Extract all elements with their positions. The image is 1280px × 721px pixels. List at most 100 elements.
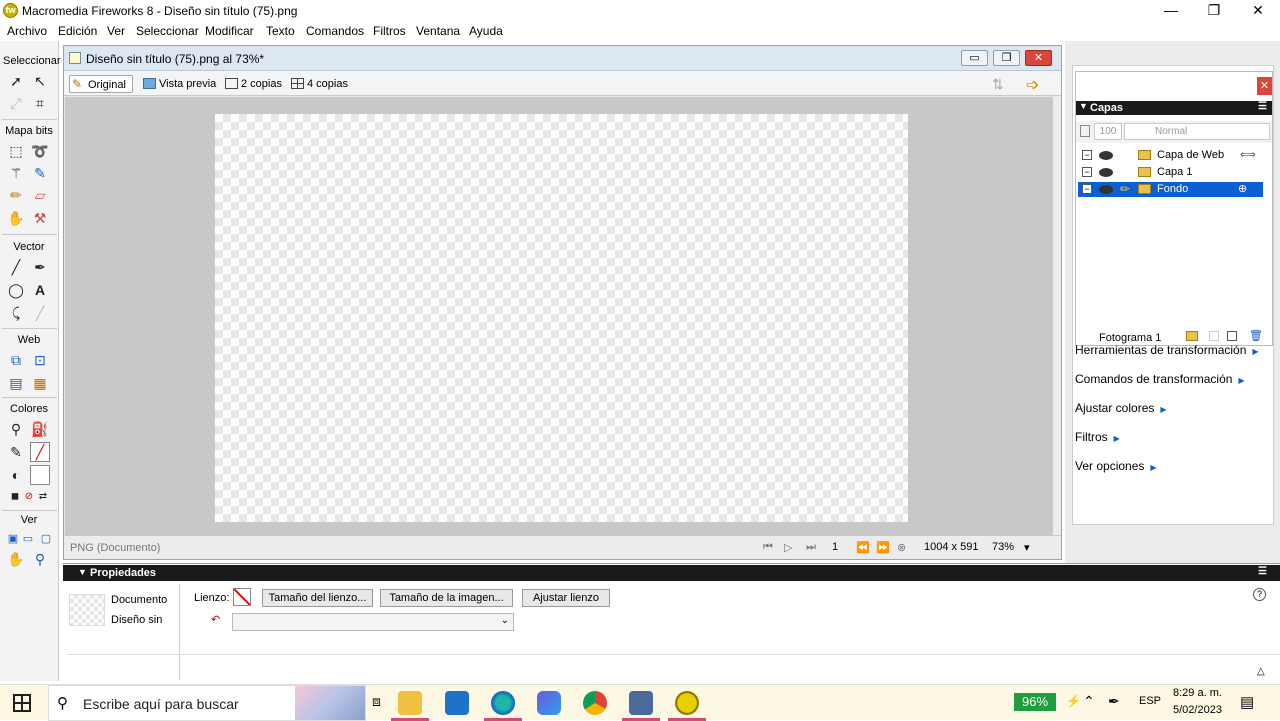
- pointer-tool-icon[interactable]: ➚: [6, 71, 26, 91]
- menu-edicion[interactable]: Edición: [58, 24, 97, 38]
- vertical-scrollbar[interactable]: [1053, 97, 1061, 535]
- fill-color-icon[interactable]: ◐: [6, 465, 26, 485]
- collapse-panel-icon[interactable]: △: [1257, 666, 1265, 677]
- full-screen-menu-icon[interactable]: ▭: [18, 528, 38, 548]
- quick-export-icon[interactable]: ⇅: [992, 76, 1004, 93]
- file-explorer-icon[interactable]: [398, 691, 422, 715]
- knife-tool-icon[interactable]: ╱: [30, 303, 50, 323]
- eye-icon[interactable]: [1099, 185, 1113, 194]
- maximize-button[interactable]: ❐: [1192, 0, 1236, 22]
- chevron-up-icon[interactable]: ⌃: [1083, 693, 1095, 710]
- matte-select[interactable]: ⌄: [232, 613, 514, 631]
- hide-slices-icon[interactable]: ▤: [6, 373, 26, 393]
- new-sublayer-icon[interactable]: [1209, 331, 1219, 341]
- brush-tool-icon[interactable]: ✎: [30, 163, 50, 183]
- paint-bucket-tool-icon[interactable]: ⛽: [30, 419, 50, 439]
- ellipse-tool-icon[interactable]: ◯: [6, 280, 26, 300]
- doc-close-button[interactable]: ✕: [1025, 50, 1052, 66]
- layers-header[interactable]: Capas ▼ ☰: [1076, 101, 1272, 115]
- menu-modificar[interactable]: Modificar: [205, 24, 254, 38]
- panel-transform-tools[interactable]: Herramientas de transformación ▶: [1075, 343, 1259, 357]
- menu-ayuda[interactable]: Ayuda: [469, 24, 503, 38]
- menu-texto[interactable]: Texto: [266, 24, 295, 38]
- mail-icon[interactable]: [445, 691, 469, 715]
- edge-browser-icon[interactable]: [491, 691, 515, 715]
- properties-header[interactable]: ▼ Propiedades ☰: [63, 565, 1280, 581]
- new-layer-icon[interactable]: [1227, 331, 1237, 341]
- first-frame-icon[interactable]: ⏮: [763, 541, 773, 554]
- chrome-browser-icon[interactable]: [583, 691, 607, 715]
- move-handle-icon[interactable]: ⟺: [1240, 148, 1256, 163]
- next-frame-icon[interactable]: ⏩: [876, 541, 890, 554]
- trash-icon[interactable]: 🗑: [1249, 329, 1263, 342]
- panel-view-options[interactable]: Ver opciones ▶: [1075, 459, 1157, 473]
- panel-menu-icon[interactable]: ☰: [1258, 101, 1267, 112]
- eye-icon[interactable]: [1099, 168, 1113, 177]
- clock-date[interactable]: 5/02/2023: [1173, 704, 1222, 716]
- panel-adjust-colors[interactable]: Ajustar colores ▶: [1075, 401, 1167, 415]
- rubber-stamp-tool-icon[interactable]: ⚒: [30, 208, 50, 228]
- doc-minimize-button[interactable]: ▭: [961, 50, 988, 66]
- panel-menu-icon[interactable]: ☰: [1258, 566, 1267, 577]
- line-tool-icon[interactable]: ╱: [6, 257, 26, 277]
- language-indicator[interactable]: ESP: [1139, 695, 1161, 707]
- magic-wand-tool-icon[interactable]: ⚚: [6, 163, 26, 183]
- play-icon[interactable]: ▷: [784, 541, 792, 554]
- pen-icon[interactable]: ✒: [1108, 693, 1120, 710]
- menu-comandos[interactable]: Comandos: [306, 24, 364, 38]
- lasso-tool-icon[interactable]: ➰: [30, 141, 50, 161]
- opacity-input[interactable]: 100: [1094, 123, 1122, 140]
- export-arrow-icon[interactable]: ➩: [1026, 75, 1039, 95]
- copilot-icon[interactable]: [537, 691, 561, 715]
- expand-icon[interactable]: −: [1082, 167, 1092, 177]
- menu-ver[interactable]: Ver: [107, 24, 125, 38]
- zoom-level[interactable]: 73%: [992, 541, 1014, 553]
- full-screen-icon[interactable]: ▢: [36, 528, 56, 548]
- hand-tool-icon[interactable]: ✋: [6, 549, 26, 569]
- tab-preview[interactable]: Vista previa: [141, 75, 216, 93]
- swap-colors-icon[interactable]: ⇄: [33, 486, 53, 506]
- last-frame-icon[interactable]: ⏭: [806, 541, 816, 554]
- freeform-tool-icon[interactable]: ⤹: [6, 303, 26, 323]
- menu-seleccionar[interactable]: Seleccionar: [136, 24, 199, 38]
- fireworks-app-icon[interactable]: [675, 691, 699, 715]
- zoom-tool-icon[interactable]: ⚲: [30, 549, 50, 569]
- minimize-button[interactable]: —: [1149, 0, 1193, 22]
- eyedropper-tool-icon[interactable]: ⚲: [6, 419, 26, 439]
- task-view-icon[interactable]: ⧈: [372, 693, 381, 710]
- menu-ventana[interactable]: Ventana: [416, 24, 460, 38]
- marquee-tool-icon[interactable]: ⬚: [6, 141, 26, 161]
- new-folder-icon[interactable]: [1186, 331, 1198, 341]
- layer-row-capa1[interactable]: − Capa 1: [1078, 165, 1263, 180]
- slice-tool-icon[interactable]: ⊡: [30, 350, 50, 370]
- panel-transform-commands[interactable]: Comandos de transformación ▶: [1075, 372, 1245, 386]
- stroke-color-icon[interactable]: ✎: [6, 442, 26, 462]
- hotspot-tool-icon[interactable]: ⧉: [6, 350, 26, 370]
- subselect-tool-icon[interactable]: ↖: [30, 71, 50, 91]
- text-tool-icon[interactable]: A: [30, 280, 50, 300]
- layer-row-web[interactable]: − Capa de Web ⟺: [1078, 148, 1263, 163]
- fit-canvas-button[interactable]: Ajustar lienzo: [522, 589, 610, 607]
- calculator-icon[interactable]: [629, 691, 653, 715]
- close-button[interactable]: ✕: [1236, 0, 1280, 22]
- pencil-tool-icon[interactable]: ✏: [6, 185, 26, 205]
- layer-lock-icon[interactable]: [1080, 125, 1090, 137]
- tab-two-up[interactable]: 2 copias: [223, 75, 282, 93]
- clock-time[interactable]: 8:29 a. m.: [1173, 687, 1222, 699]
- prev-frame-icon[interactable]: ⏪: [856, 541, 870, 554]
- expand-icon[interactable]: −: [1082, 184, 1092, 194]
- canvas-size-button[interactable]: Tamaño del lienzo...: [262, 589, 373, 607]
- panel-filters[interactable]: Filtros ▶: [1075, 430, 1120, 444]
- stop-icon[interactable]: ⊗: [897, 541, 906, 554]
- scale-tool-icon[interactable]: ⤢: [6, 93, 26, 113]
- menu-archivo[interactable]: Archivo: [7, 24, 47, 38]
- windows-start-icon[interactable]: [13, 694, 31, 712]
- taskbar-search[interactable]: ⚲ Escribe aquí para buscar: [48, 685, 366, 721]
- transparent-canvas[interactable]: [215, 114, 908, 522]
- image-size-button[interactable]: Tamaño de la imagen...: [380, 589, 513, 607]
- notifications-icon[interactable]: ▤: [1240, 693, 1254, 711]
- blend-mode-select[interactable]: Normal: [1124, 123, 1270, 140]
- tab-original[interactable]: ✎ Original: [69, 75, 133, 93]
- menu-filtros[interactable]: Filtros: [373, 24, 406, 38]
- fill-swatch-icon[interactable]: [30, 465, 50, 485]
